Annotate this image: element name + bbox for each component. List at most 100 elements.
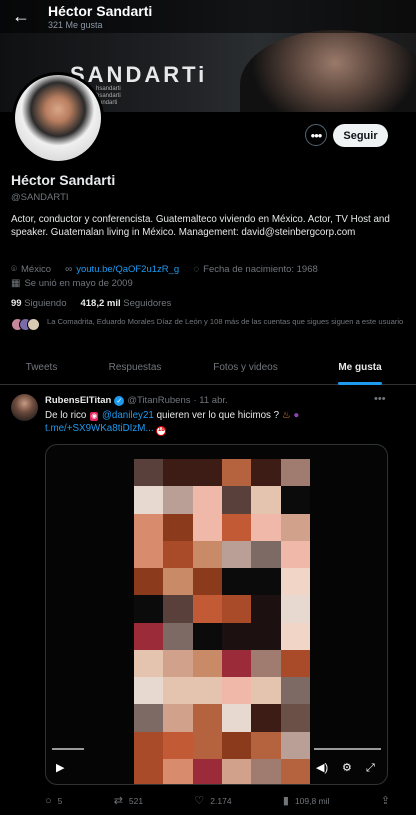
- tweet-author-handle[interactable]: @TitanRubens: [127, 395, 190, 406]
- play-icon[interactable]: ▶: [56, 761, 64, 775]
- reply-button[interactable]: ○ 5: [45, 794, 62, 807]
- video-pixel: [222, 513, 252, 541]
- followed-by[interactable]: La Comadrita, Eduardo Morales Díaz de Le…: [11, 317, 406, 332]
- tweet-text: De lo rico ◉ @daniley21 quieren ver lo q…: [45, 410, 300, 436]
- tweet-actions: ○ 5 ⇄ 521 ♡ 2.174 ▮ 109,8 mil ⇪: [45, 794, 390, 808]
- tweet-author-name[interactable]: RubensElTitan: [45, 395, 111, 406]
- reply-icon: ○: [45, 794, 52, 807]
- calendar-icon: ▦: [11, 278, 21, 289]
- banner-photo: [240, 30, 416, 112]
- video-pixel: [222, 731, 252, 759]
- video-pixel: [251, 649, 281, 677]
- video-pixel: [192, 459, 222, 487]
- video-pixel: [134, 731, 164, 759]
- video-pixel: [192, 513, 222, 541]
- profile-display-name: Héctor Sandarti: [11, 172, 116, 188]
- profile-avatar[interactable]: [12, 72, 104, 164]
- video-pixel: [280, 622, 310, 650]
- video-frame: [134, 459, 310, 784]
- profile-birth: Fecha de nacimiento: 1968: [203, 264, 318, 275]
- header-title: Héctor Sandarti: [48, 2, 153, 19]
- tweet-mention-link[interactable]: @daniley21: [102, 410, 154, 421]
- video-pixel: [251, 758, 281, 784]
- following-link[interactable]: 99 Siguiendo: [11, 298, 66, 309]
- video-pixel: [163, 704, 193, 732]
- video-pixel: [163, 758, 193, 784]
- video-pixel: [280, 459, 310, 487]
- video-pixel: [280, 758, 310, 784]
- video-pixel: [280, 677, 310, 705]
- video-pixel: [251, 595, 281, 623]
- tweet-header: RubensElTitan ✓ @TitanRubens · 11 abr.: [45, 395, 228, 406]
- video-pixel: [192, 540, 222, 568]
- banner-brand: SANDARTi: [70, 62, 208, 87]
- profile-joined: Se unió en mayo de 2009: [24, 278, 133, 289]
- video-pixel: [163, 513, 193, 541]
- video-pixel: [251, 731, 281, 759]
- video-pixel: [222, 486, 252, 514]
- video-pixel: [222, 568, 252, 596]
- video-progress-bar[interactable]: [52, 748, 84, 750]
- views-button[interactable]: ▮ 109,8 mil: [283, 794, 330, 807]
- video-pixel: [222, 758, 252, 784]
- share-button[interactable]: ⇪: [381, 794, 390, 807]
- top-bar: ← Héctor Sandarti 321 Me gusta: [0, 0, 416, 33]
- tab-fotos-y-videos[interactable]: Fotos y videos: [187, 350, 304, 385]
- follow-button[interactable]: Seguir: [333, 124, 388, 147]
- video-pixel: [134, 622, 164, 650]
- tweet-author-avatar[interactable]: [11, 394, 38, 421]
- video-pixel: [134, 595, 164, 623]
- profile-location: México: [21, 264, 52, 275]
- fire-emoji-icon: ♨: [281, 410, 291, 421]
- video-pixel: [280, 595, 310, 623]
- video-pixel: [280, 486, 310, 514]
- profile-bio: Actor, conductor y conferencista. Guatem…: [11, 214, 390, 238]
- video-pixel: [134, 677, 164, 705]
- emoji-icon: ◉: [90, 412, 99, 421]
- video-pixel: [134, 459, 164, 487]
- profile-website-link[interactable]: youtu.be/QaOF2u1zR_g: [76, 264, 179, 276]
- tab-respuestas[interactable]: Respuestas: [83, 350, 187, 385]
- link-icon: ∞: [65, 264, 73, 275]
- video-pixel: [222, 704, 252, 732]
- video-pixel: [192, 622, 222, 650]
- views-icon: ▮: [282, 795, 289, 807]
- back-button[interactable]: ←: [4, 2, 38, 32]
- tweet-more-icon[interactable]: •••: [374, 393, 386, 405]
- settings-icon[interactable]: ⚙: [342, 761, 352, 775]
- profile-meta: ⌾ México ∞ youtu.be/QaOF2u1zR_g ◌ Fecha …: [11, 264, 406, 290]
- tab-tweets[interactable]: Tweets: [0, 350, 83, 385]
- arrow-left-icon: ←: [12, 6, 30, 26]
- video-pixel: [192, 758, 222, 784]
- like-button[interactable]: ♡ 2.174: [194, 794, 231, 807]
- video-pixel: [163, 486, 193, 514]
- video-pixel: [163, 677, 193, 705]
- video-progress-track[interactable]: [314, 748, 381, 750]
- profile-tabs: Tweets Respuestas Fotos y videos Me gust…: [0, 350, 416, 385]
- tweet-video[interactable]: ▶ ◀) ⚙ ⤢: [45, 444, 388, 785]
- video-pixel: [192, 486, 222, 514]
- video-pixel: [163, 568, 193, 596]
- volume-icon[interactable]: ◀): [316, 761, 328, 775]
- video-pixel: [134, 486, 164, 514]
- fullscreen-icon[interactable]: ⤢: [366, 761, 375, 775]
- followers-link[interactable]: 418,2 mil Seguidores: [80, 298, 171, 309]
- map-pin-icon: ⌾: [11, 264, 17, 275]
- share-icon: ⇪: [380, 795, 390, 807]
- eggplant-emoji-icon: ●: [293, 410, 300, 421]
- verified-badge-icon: ✓: [114, 395, 125, 406]
- video-pixel: [163, 622, 193, 650]
- video-pixel: [280, 704, 310, 732]
- more-options-button[interactable]: •••: [305, 124, 327, 146]
- video-pixel: [163, 595, 193, 623]
- retweet-icon: ⇄: [113, 795, 123, 807]
- video-pixel: [222, 459, 252, 487]
- video-pixel: [280, 568, 310, 596]
- followed-by-text: La Comadrita, Eduardo Morales Díaz de Le…: [47, 317, 404, 326]
- retweet-button[interactable]: ⇄ 521: [114, 794, 143, 807]
- tweet-url-link[interactable]: t.me/+SX9WKa8tiDIzM...: [45, 423, 154, 434]
- tweet-date[interactable]: · 11 abr.: [194, 395, 228, 406]
- tab-me-gusta[interactable]: Me gusta: [304, 350, 416, 385]
- video-pixel: [222, 677, 252, 705]
- video-pixel: [251, 459, 281, 487]
